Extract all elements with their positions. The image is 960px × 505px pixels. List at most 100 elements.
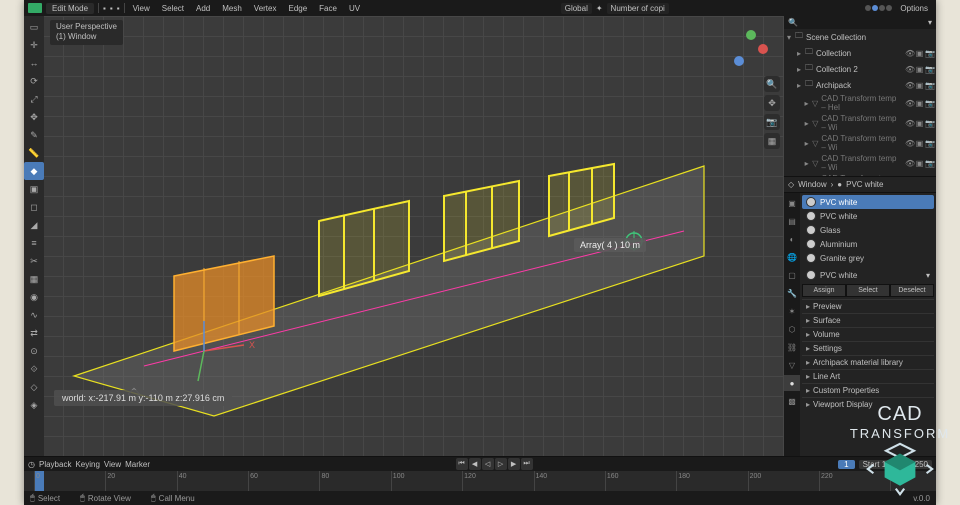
tool-extrude[interactable]: ▣ — [24, 180, 44, 198]
3d-viewport[interactable]: X User Perspective (1) Window 🔍 ✥ — [44, 16, 784, 456]
outliner-item[interactable]: ▸🗀Collection👁▣📷 — [784, 45, 936, 61]
zoom-button[interactable]: 🔍 — [764, 76, 780, 92]
overlay-options[interactable]: Options — [896, 3, 932, 14]
start-frame[interactable]: Start 1 — [859, 460, 891, 469]
tab-constraints[interactable]: ⛓ — [784, 339, 800, 355]
next-key-button[interactable]: ▶ — [508, 458, 520, 470]
tool-cursor[interactable]: ✛ — [24, 36, 44, 54]
tool-select-box[interactable]: ▭ — [24, 18, 44, 36]
mode-selector[interactable]: Edit Mode — [46, 3, 94, 14]
property-panel-header[interactable]: ▸Viewport Display — [802, 397, 934, 411]
axis-x-icon[interactable] — [758, 44, 768, 54]
end-frame[interactable]: End 250 — [894, 460, 932, 469]
property-panel-header[interactable]: ▸Custom Properties — [802, 383, 934, 397]
tool-rip[interactable]: ⟐ — [24, 360, 44, 378]
outliner-item[interactable]: ▸▽CAD Transform temp – Wi👁▣📷 — [784, 113, 936, 133]
property-panel-header[interactable]: ▸Settings — [802, 341, 934, 355]
tab-material[interactable]: ● — [784, 375, 800, 391]
deselect-button[interactable]: Deselect — [890, 284, 934, 297]
tool-shrink[interactable]: ⊙ — [24, 342, 44, 360]
axis-gizmo[interactable] — [732, 30, 772, 70]
outliner-item[interactable]: ▸▽CAD Transform temp – Wi👁▣📷 — [784, 153, 936, 173]
tool-knife[interactable]: ✂ — [24, 252, 44, 270]
assign-button[interactable]: Assign — [802, 284, 846, 297]
timeline-track[interactable]: 020406080100120140160180200220240 — [24, 471, 936, 491]
tool-smooth[interactable]: ∿ — [24, 306, 44, 324]
play-button[interactable]: ▷ — [495, 458, 507, 470]
property-panel-header[interactable]: ▸Volume — [802, 327, 934, 341]
material-slot[interactable]: Granite grey — [802, 251, 934, 265]
menu-mesh[interactable]: Mesh — [218, 3, 246, 14]
select-mode-edge-icon[interactable]: ▪ — [110, 4, 113, 13]
material-slot[interactable]: PVC white — [802, 209, 934, 223]
active-material-name[interactable]: PVC white — [820, 271, 857, 280]
menu-add[interactable]: Add — [192, 3, 214, 14]
snap-target-field[interactable]: Number of copi — [607, 3, 669, 14]
tool-rotate[interactable]: ⟳ — [24, 72, 44, 90]
ortho-button[interactable]: ▦ — [764, 133, 780, 149]
tool-edge-slide[interactable]: ⇄ — [24, 324, 44, 342]
menu-face[interactable]: Face — [315, 3, 341, 14]
material-browse-icon[interactable]: ▾ — [926, 271, 930, 280]
outliner-item[interactable]: ▸🗀Archipack👁▣📷 — [784, 77, 936, 93]
tab-texture[interactable]: ▩ — [784, 393, 800, 409]
tab-object[interactable]: ▢ — [784, 267, 800, 283]
orientation-dropdown[interactable]: Global — [561, 3, 592, 14]
select-mode-vertex-icon[interactable]: ▪ — [103, 4, 106, 13]
outliner-item[interactable]: ▸▽CAD Transform temp – Wi👁▣📷 — [784, 133, 936, 153]
outliner-search-icon[interactable]: 🔍 — [788, 18, 798, 27]
camera-button[interactable]: 📷 — [764, 114, 780, 130]
timeline-icon[interactable]: ◷ — [28, 460, 35, 469]
outliner-root[interactable]: ▾🗀 Scene Collection — [784, 29, 936, 45]
axis-y-icon[interactable] — [746, 30, 756, 40]
tl-menu-marker[interactable]: Marker — [125, 460, 150, 469]
tool-measure[interactable]: 📏 — [24, 144, 44, 162]
select-button[interactable]: Select — [846, 284, 890, 297]
tool-bevel[interactable]: ◢ — [24, 216, 44, 234]
select-mode-face-icon[interactable]: ▪ — [117, 4, 120, 13]
tab-modifiers[interactable]: 🔧 — [784, 285, 800, 301]
current-frame[interactable]: 1 — [838, 460, 854, 469]
material-slot[interactable]: PVC white — [802, 195, 934, 209]
tab-mesh[interactable]: ▽ — [784, 357, 800, 373]
tab-world[interactable]: 🌐 — [784, 249, 800, 265]
tool-inset[interactable]: ◻ — [24, 198, 44, 216]
tool-extra-2[interactable]: ◈ — [24, 396, 44, 414]
tool-annotate[interactable]: ✎ — [24, 126, 44, 144]
tab-scene[interactable]: ◐ — [784, 231, 800, 247]
tool-cad-transform[interactable]: ◆ — [24, 162, 44, 180]
axis-z-icon[interactable] — [734, 56, 744, 66]
outliner-item[interactable]: ▸🗀Collection 2👁▣📷 — [784, 61, 936, 77]
snap-icon[interactable]: ✦ — [596, 4, 603, 13]
property-panel-header[interactable]: ▸Archipack material library — [802, 355, 934, 369]
menu-select[interactable]: Select — [158, 3, 188, 14]
tab-output[interactable]: ▤ — [784, 213, 800, 229]
tool-transform[interactable]: ✥ — [24, 108, 44, 126]
prev-key-button[interactable]: ◀ — [469, 458, 481, 470]
tl-menu-view[interactable]: View — [104, 460, 121, 469]
menu-vertex[interactable]: Vertex — [250, 3, 281, 14]
tool-scale[interactable]: ⤢ — [24, 90, 44, 108]
pan-button[interactable]: ✥ — [764, 95, 780, 111]
outliner-filter-icon[interactable]: ▾ — [928, 18, 932, 27]
tool-spin[interactable]: ◉ — [24, 288, 44, 306]
property-panel-header[interactable]: ▸Line Art — [802, 369, 934, 383]
material-slot[interactable]: Aluminium — [802, 237, 934, 251]
breadcrumb-material[interactable]: PVC white — [846, 180, 883, 189]
tl-menu-keying[interactable]: Keying — [75, 460, 99, 469]
tl-menu-playback[interactable]: Playback — [39, 460, 71, 469]
jump-start-button[interactable]: ⏮ — [456, 458, 468, 470]
shading-mode-toggles[interactable] — [865, 5, 892, 11]
tool-extra-1[interactable]: ◇ — [24, 378, 44, 396]
menu-uv[interactable]: UV — [345, 3, 364, 14]
tab-particles[interactable]: ✶ — [784, 303, 800, 319]
outliner-item[interactable]: ▸▽CAD Transform temp – Hel👁▣📷 — [784, 93, 936, 113]
breadcrumb-object[interactable]: Window — [798, 180, 826, 189]
play-rev-button[interactable]: ◁ — [482, 458, 494, 470]
menu-view[interactable]: View — [129, 3, 154, 14]
tool-loopcut[interactable]: ≡ — [24, 234, 44, 252]
tab-physics[interactable]: ⬡ — [784, 321, 800, 337]
jump-end-button[interactable]: ⏭ — [521, 458, 533, 470]
tool-polybuild[interactable]: ▦ — [24, 270, 44, 288]
property-panel-header[interactable]: ▸Preview — [802, 299, 934, 313]
